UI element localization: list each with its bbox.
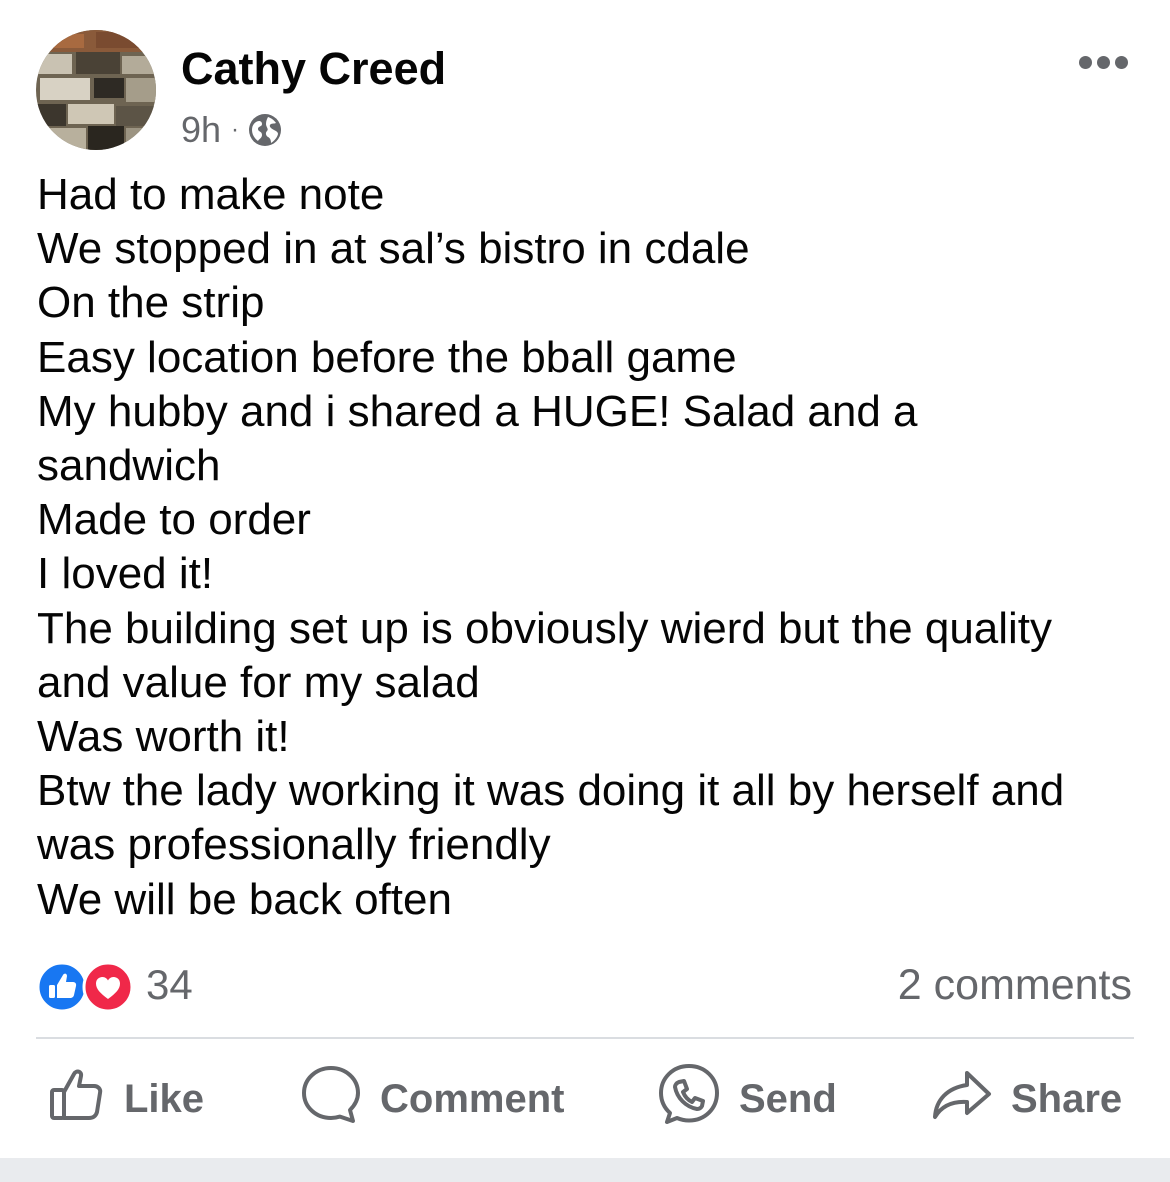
comment-button[interactable]: Comment — [300, 1066, 564, 1132]
globe-icon[interactable] — [247, 112, 283, 148]
stone-wall-photo — [36, 30, 156, 150]
more-options-icon[interactable] — [1070, 42, 1136, 82]
post-text-line: We stopped in at sal’s bistro in cdale — [37, 224, 750, 274]
reactions-summary[interactable]: 34 — [36, 958, 193, 1013]
love-reaction-icon — [82, 961, 134, 1013]
thumbs-up-icon — [46, 1064, 106, 1134]
post-text-line: My hubby and i shared a HUGE! Salad and … — [37, 386, 918, 436]
comment-label: Comment — [380, 1076, 565, 1121]
meta-separator: · — [231, 116, 240, 143]
post-text-line: was professionally friendly — [37, 820, 551, 870]
comment-bubble-icon — [300, 1063, 362, 1135]
like-button[interactable]: Like — [46, 1066, 204, 1132]
more-dot — [1096, 55, 1110, 69]
send-label: Send — [739, 1076, 837, 1121]
more-dot — [1114, 55, 1128, 69]
post-text-line: sandwich — [37, 441, 221, 491]
like-reaction-icon — [36, 961, 88, 1013]
share-label: Share — [1011, 1076, 1123, 1121]
author-avatar[interactable] — [36, 30, 156, 150]
like-label: Like — [124, 1076, 205, 1121]
post-text-line: Easy location before the bball game — [37, 332, 737, 382]
post-text-line: Was worth it! — [37, 712, 290, 762]
post-text-line: I loved it! — [37, 549, 214, 599]
share-arrow-icon — [931, 1063, 993, 1135]
post-timestamp[interactable]: 9h — [181, 109, 221, 151]
more-dot — [1078, 55, 1092, 69]
reaction-icons — [36, 959, 136, 1013]
send-button[interactable]: Send — [657, 1064, 837, 1132]
post-text-line: On the strip — [37, 278, 265, 328]
comments-count-link[interactable]: 2 comments — [898, 958, 1132, 1012]
messenger-icon — [657, 1062, 721, 1136]
post-meta: 9h · — [181, 106, 283, 154]
post-text-line: The building set up is obviously wierd b… — [37, 603, 1053, 653]
post-text-line: and value for my salad — [37, 657, 480, 707]
reaction-count: 34 — [146, 961, 193, 1008]
divider — [36, 1037, 1134, 1039]
author-name[interactable]: Cathy Creed — [181, 40, 446, 98]
post-body: Had to make note We stopped in at sal’s … — [37, 168, 1147, 927]
feed-separator — [0, 1158, 1170, 1182]
post-text-line: We will be back often — [37, 874, 452, 924]
post-text-line: Made to order — [37, 495, 311, 545]
share-button[interactable]: Share — [931, 1066, 1122, 1132]
post-text-line: Had to make note — [37, 170, 385, 219]
post-text-line: Btw the lady working it was doing it all… — [37, 766, 1065, 816]
